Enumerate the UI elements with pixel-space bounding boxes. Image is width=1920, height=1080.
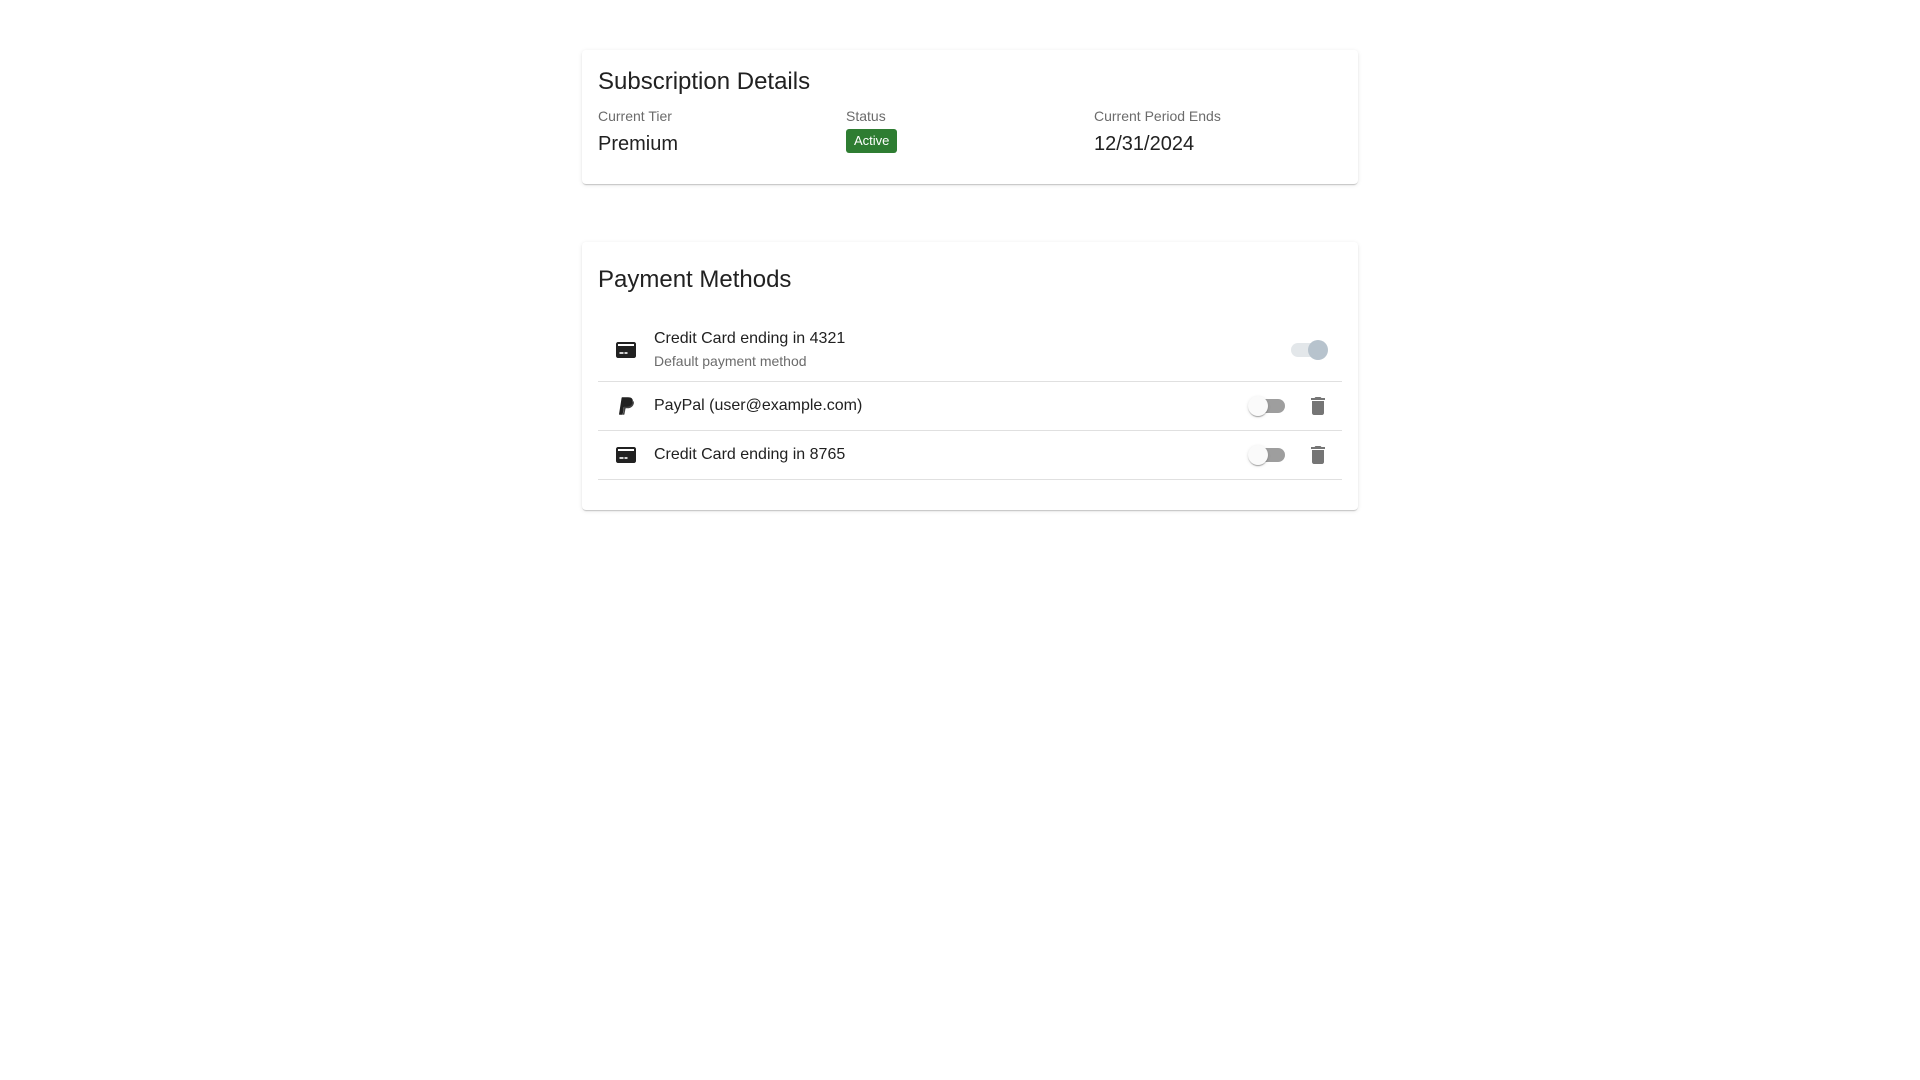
- delete-button[interactable]: [1304, 441, 1332, 469]
- payment-method-text: Credit Card ending in 4321 Default payme…: [654, 328, 845, 371]
- default-toggle[interactable]: [1288, 340, 1328, 360]
- default-toggle[interactable]: [1248, 445, 1286, 465]
- status-detail: Status Active: [846, 106, 1094, 159]
- status-label: Status: [846, 108, 886, 124]
- payment-method-item: Credit Card ending in 4321 Default payme…: [598, 318, 1342, 382]
- period-value: 12/31/2024: [1094, 133, 1195, 155]
- payment-method-name: Credit Card ending in 8765: [654, 446, 846, 463]
- status-badge: Active: [846, 129, 898, 153]
- payment-method-subtitle: Default payment method: [654, 353, 807, 369]
- trash-icon: [1311, 446, 1325, 464]
- tier-value: Premium: [598, 133, 679, 155]
- toggle-thumb: [1248, 396, 1268, 416]
- credit-card-icon: [614, 338, 638, 362]
- subscription-details: Current Tier Premium Status Active Curre…: [598, 106, 1342, 159]
- tier-detail: Current Tier Premium: [598, 106, 846, 159]
- toggle-thumb: [1308, 340, 1328, 360]
- payment-method-name: PayPal (user@example.com): [654, 397, 863, 414]
- payment-method-name: Credit Card ending in 4321: [654, 330, 846, 347]
- payment-method-text: Credit Card ending in 8765: [654, 444, 845, 466]
- toggle-thumb: [1248, 445, 1268, 465]
- payment-methods-title: Payment Methods: [598, 266, 792, 293]
- subscription-card: Subscription Details Current Tier Premiu…: [582, 50, 1358, 184]
- credit-card-icon: [614, 443, 638, 467]
- default-toggle[interactable]: [1248, 396, 1286, 416]
- payment-methods-card: Payment Methods Credit Card ending in 43…: [582, 242, 1358, 510]
- payment-method-item: PayPal (user@example.com): [598, 382, 1342, 431]
- payment-methods-list: Credit Card ending in 4321 Default payme…: [598, 318, 1342, 480]
- paypal-icon: [614, 394, 638, 418]
- period-detail: Current Period Ends 12/31/2024: [1094, 106, 1342, 159]
- delete-button[interactable]: [1304, 392, 1332, 420]
- period-label: Current Period Ends: [1094, 108, 1221, 124]
- subscription-title: Subscription Details: [598, 68, 811, 95]
- payment-method-item: Credit Card ending in 8765: [598, 431, 1342, 480]
- payment-method-text: PayPal (user@example.com): [654, 395, 862, 417]
- tier-label: Current Tier: [598, 108, 672, 124]
- trash-icon: [1311, 397, 1325, 415]
